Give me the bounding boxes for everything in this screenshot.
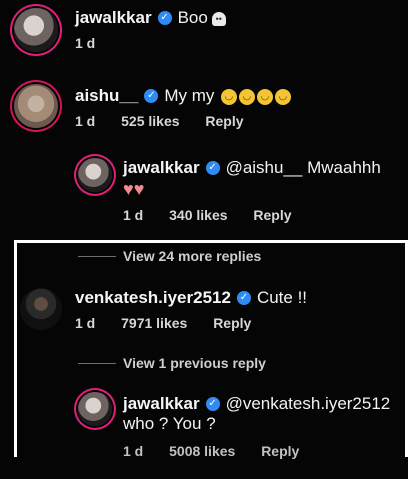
comment-time: 1 d — [75, 35, 96, 51]
red-heart-emoji-icon: ♥ — [133, 179, 145, 199]
verified-badge-icon: ✓ — [236, 290, 251, 305]
reply-jawalkkar: jawalkkar ✓ @venkatesh.iyer2512 — [123, 394, 390, 414]
view-previous-reply-button[interactable]: View 1 previous reply — [123, 355, 266, 371]
username[interactable]: jawalkkar — [123, 394, 200, 413]
username[interactable]: aishu__ — [75, 86, 138, 105]
comment-venkatesh: venkatesh.iyer2512 ✓ Cute !! — [75, 288, 307, 308]
like-count[interactable]: 340 likes — [169, 207, 227, 223]
comment-text: Boo — [177, 8, 208, 27]
view-more-replies-button[interactable]: View 24 more replies — [123, 248, 261, 264]
verified-badge-icon: ✓ — [157, 10, 172, 25]
heart-emojis: ♥♥ — [123, 180, 144, 200]
avatar-jawalkkar[interactable] — [78, 392, 112, 426]
relieved-face-emoji-icon: ◡ — [238, 88, 255, 105]
reply-button[interactable]: Reply — [205, 113, 243, 129]
divider-line — [78, 363, 116, 364]
comment-meta: 1 d 525 likes Reply — [75, 113, 266, 129]
mention[interactable]: @venkatesh.iyer2512 — [226, 394, 391, 413]
avatar-venkatesh[interactable] — [20, 288, 62, 330]
reply-text: who ? You ? — [123, 414, 216, 433]
avatar-jawalkkar[interactable] — [78, 158, 112, 192]
comment-time: 1 d — [75, 113, 96, 129]
reply-time: 1 d — [123, 443, 144, 459]
comment-text: My my — [164, 86, 215, 105]
like-count[interactable]: 5008 likes — [169, 443, 235, 459]
username[interactable]: jawalkkar — [75, 8, 152, 27]
reply-button[interactable]: Reply — [213, 315, 251, 331]
comment-meta: 1 d — [75, 35, 117, 51]
red-heart-emoji-icon: ♥ — [123, 179, 134, 199]
username[interactable]: jawalkkar — [123, 158, 200, 177]
reply-jawalkkar: jawalkkar ✓ @aishu__ Mwaahhh — [123, 158, 381, 178]
username[interactable]: venkatesh.iyer2512 — [75, 288, 231, 307]
reply-meta: 1 d 5008 likes Reply — [123, 443, 321, 459]
verified-badge-icon: ✓ — [205, 160, 220, 175]
comment-time: 1 d — [75, 315, 96, 331]
comment-aishu: aishu__ ✓ My my ◡ ◡ ◡ ◡ — [75, 86, 291, 106]
like-count[interactable]: 525 likes — [121, 113, 179, 129]
comment-text: Cute !! — [256, 288, 308, 307]
verified-badge-icon: ✓ — [144, 88, 159, 103]
verified-badge-icon: ✓ — [205, 396, 220, 411]
reply-meta: 1 d 340 likes Reply — [123, 207, 314, 223]
reply-button[interactable]: Reply — [253, 207, 291, 223]
reply-time: 1 d — [123, 207, 144, 223]
reply-button[interactable]: Reply — [261, 443, 299, 459]
divider-line — [78, 256, 116, 257]
comment-jawalkkar: jawalkkar ✓ Boo •• — [75, 8, 226, 28]
relieved-face-emoji-icon: ◡ — [274, 88, 291, 105]
comment-meta: 1 d 7971 likes Reply — [75, 315, 273, 331]
avatar-jawalkkar[interactable] — [14, 8, 58, 52]
like-count[interactable]: 7971 likes — [121, 315, 187, 331]
ghost-emoji-icon: •• — [211, 11, 226, 26]
relieved-face-emoji-icon: ◡ — [220, 88, 237, 105]
relieved-face-emoji-icon: ◡ — [256, 88, 273, 105]
reply-text: @aishu__ Mwaahhh — [225, 158, 381, 177]
avatar-aishu[interactable] — [14, 84, 58, 128]
